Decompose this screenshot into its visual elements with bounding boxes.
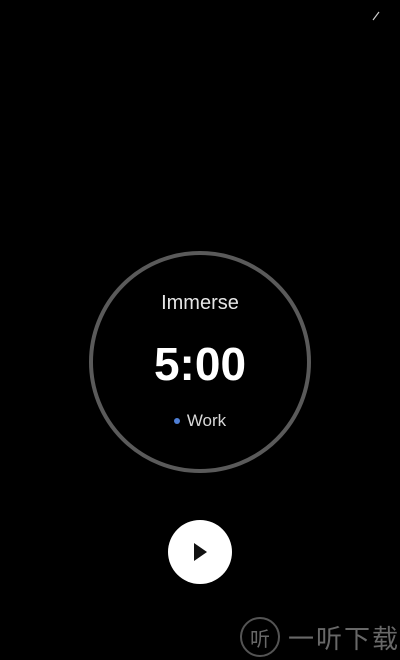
task-color-dot: [173, 418, 180, 424]
task-selector[interactable]: Work: [0, 411, 400, 431]
timer-time-display: 5:00: [153, 338, 247, 390]
status-indicator-icon: [372, 8, 380, 21]
timer-mode-label: Immerse: [161, 292, 239, 314]
play-icon: [194, 543, 207, 561]
task-name: Work: [186, 411, 227, 430]
watermark-logo: 听 一听下载: [240, 616, 400, 658]
play-button[interactable]: [168, 520, 232, 584]
watermark-text: 一听下载: [288, 624, 400, 655]
watermark-badge: 听: [240, 617, 280, 657]
